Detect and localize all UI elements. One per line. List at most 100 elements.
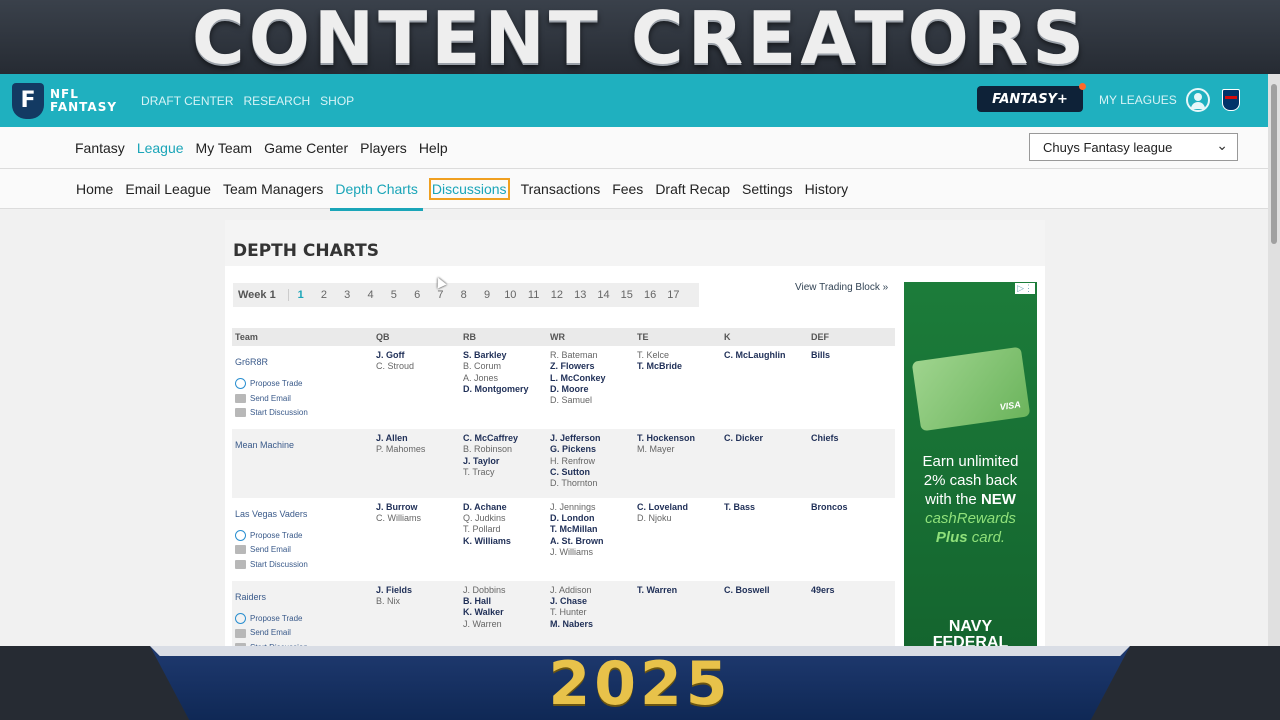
player-link[interactable]: C. Loveland <box>637 502 718 513</box>
tab-email-league[interactable]: Email League <box>124 178 212 200</box>
player-link[interactable]: M. Nabers <box>550 619 631 630</box>
team-name-link[interactable]: Gr6R8R <box>235 357 370 368</box>
player-link[interactable]: J. Dobbins <box>463 585 544 596</box>
player-link[interactable]: C. Sutton <box>550 467 631 478</box>
week-4[interactable]: 4 <box>359 289 382 301</box>
player-link[interactable]: J. Jennings <box>550 502 631 513</box>
week-13[interactable]: 13 <box>569 289 592 301</box>
team-name-link[interactable]: Raiders <box>235 592 370 603</box>
tab-fees[interactable]: Fees <box>611 178 644 200</box>
week-2[interactable]: 2 <box>312 289 335 301</box>
tab-fantasy[interactable]: Fantasy <box>75 140 125 156</box>
player-link[interactable]: C. Boswell <box>724 585 805 596</box>
view-trading-block-link[interactable]: View Trading Block » <box>795 282 888 293</box>
start-discussion-link[interactable]: Start Discussion <box>235 559 370 570</box>
tab-home[interactable]: Home <box>75 178 114 200</box>
nfl-fantasy-logo-icon[interactable]: F <box>12 82 44 119</box>
player-link[interactable]: J. Goff <box>376 350 457 361</box>
tab-team-managers[interactable]: Team Managers <box>222 178 324 200</box>
player-link[interactable]: A. Jones <box>463 373 544 384</box>
tab-game-center[interactable]: Game Center <box>264 140 348 156</box>
player-link[interactable]: D. Njoku <box>637 513 718 524</box>
player-link[interactable]: R. Bateman <box>550 350 631 361</box>
week-3[interactable]: 3 <box>336 289 359 301</box>
player-link[interactable]: B. Hall <box>463 596 544 607</box>
week-14[interactable]: 14 <box>592 289 615 301</box>
player-link[interactable]: Z. Flowers <box>550 361 631 372</box>
week-11[interactable]: 11 <box>522 289 545 301</box>
player-link[interactable]: C. McCaffrey <box>463 433 544 444</box>
propose-trade-link[interactable]: Propose Trade <box>235 613 370 625</box>
player-link[interactable]: K. Williams <box>463 536 544 547</box>
nav-research[interactable]: RESEARCH <box>243 94 310 108</box>
player-link[interactable]: J. Addison <box>550 585 631 596</box>
week-9[interactable]: 9 <box>475 289 498 301</box>
propose-trade-link[interactable]: Propose Trade <box>235 378 370 390</box>
send-email-link[interactable]: Send Email <box>235 627 370 638</box>
week-16[interactable]: 16 <box>638 289 661 301</box>
player-link[interactable]: K. Walker <box>463 607 544 618</box>
player-link[interactable]: J. Williams <box>550 547 631 558</box>
player-link[interactable]: P. Mahomes <box>376 444 457 455</box>
league-select[interactable]: Chuys Fantasy league ⌄ <box>1029 133 1238 161</box>
tab-history[interactable]: History <box>804 178 850 200</box>
player-link[interactable]: B. Nix <box>376 596 457 607</box>
player-link[interactable]: D. Achane <box>463 502 544 513</box>
week-15[interactable]: 15 <box>615 289 638 301</box>
tab-settings[interactable]: Settings <box>741 178 794 200</box>
send-email-link[interactable]: Send Email <box>235 544 370 555</box>
player-link[interactable]: D. London <box>550 513 631 524</box>
player-link[interactable]: T. Kelce <box>637 350 718 361</box>
fantasy-plus-button[interactable]: FANTASY+ <box>977 83 1086 112</box>
player-link[interactable]: Broncos <box>811 502 892 513</box>
tab-league[interactable]: League <box>137 140 184 156</box>
my-leagues-link[interactable]: MY LEAGUES <box>1099 93 1177 107</box>
player-link[interactable]: Bills <box>811 350 892 361</box>
player-link[interactable]: L. McConkey <box>550 373 631 384</box>
nfl-shield-icon[interactable] <box>1222 89 1240 111</box>
player-link[interactable]: C. Dicker <box>724 433 805 444</box>
page-scrollbar[interactable] <box>1268 74 1280 646</box>
player-link[interactable]: D. Thornton <box>550 478 631 489</box>
nav-shop[interactable]: SHOP <box>320 94 354 108</box>
player-link[interactable]: J. Jefferson <box>550 433 631 444</box>
week-10[interactable]: 10 <box>499 289 522 301</box>
week-1[interactable]: 1 <box>289 289 312 301</box>
player-link[interactable]: J. Warren <box>463 619 544 630</box>
team-name-link[interactable]: Las Vegas Vaders <box>235 509 370 520</box>
adchoices-icon[interactable]: ▷⋮ <box>1015 283 1035 294</box>
week-17[interactable]: 17 <box>662 289 685 301</box>
navy-federal-ad[interactable]: ▷⋮ VISA Earn unlimited 2% cash back with… <box>904 282 1037 646</box>
tab-transactions[interactable]: Transactions <box>520 178 602 200</box>
tab-my-team[interactable]: My Team <box>196 140 253 156</box>
nav-draft-center[interactable]: DRAFT CENTER <box>141 94 233 108</box>
user-avatar-icon[interactable] <box>1186 88 1210 112</box>
week-5[interactable]: 5 <box>382 289 405 301</box>
player-link[interactable]: Chiefs <box>811 433 892 444</box>
tab-players[interactable]: Players <box>360 140 407 156</box>
player-link[interactable]: D. Montgomery <box>463 384 544 395</box>
player-link[interactable]: T. McMillan <box>550 524 631 535</box>
player-link[interactable]: H. Renfrow <box>550 456 631 467</box>
player-link[interactable]: T. Tracy <box>463 467 544 478</box>
player-link[interactable]: C. McLaughlin <box>724 350 805 361</box>
scrollbar-thumb[interactable] <box>1271 84 1277 244</box>
start-discussion-link[interactable]: Start Discussion <box>235 407 370 418</box>
player-link[interactable]: B. Robinson <box>463 444 544 455</box>
player-link[interactable]: J. Burrow <box>376 502 457 513</box>
team-name-link[interactable]: Mean Machine <box>235 440 370 451</box>
tab-discussions[interactable]: Discussions <box>428 177 510 200</box>
player-link[interactable]: J. Allen <box>376 433 457 444</box>
player-link[interactable]: J. Taylor <box>463 456 544 467</box>
week-6[interactable]: 6 <box>405 289 428 301</box>
tab-depth-charts[interactable]: Depth Charts <box>330 178 424 211</box>
player-link[interactable]: B. Corum <box>463 361 544 372</box>
player-link[interactable]: T. Hunter <box>550 607 631 618</box>
player-link[interactable]: J. Fields <box>376 585 457 596</box>
player-link[interactable]: S. Barkley <box>463 350 544 361</box>
player-link[interactable]: T. Pollard <box>463 524 544 535</box>
player-link[interactable]: T. Bass <box>724 502 805 513</box>
player-link[interactable]: 49ers <box>811 585 892 596</box>
player-link[interactable]: M. Mayer <box>637 444 718 455</box>
player-link[interactable]: G. Pickens <box>550 444 631 455</box>
